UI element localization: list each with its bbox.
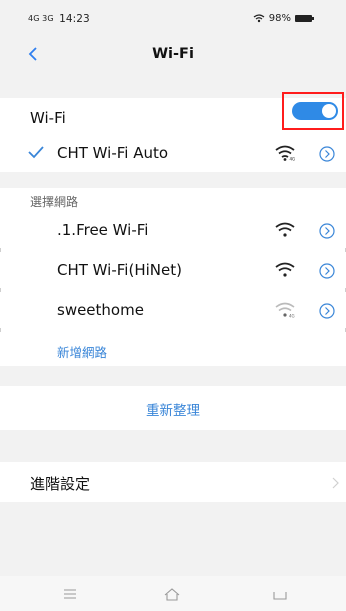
info-arrow-icon[interactable] [319, 146, 335, 162]
status-right: 98% [253, 13, 314, 24]
checkmark-icon [28, 146, 44, 159]
status-bar: 4G 3G 14:23 98% [0, 0, 346, 34]
info-arrow-icon[interactable] [319, 303, 335, 319]
advanced-settings-label: 進階設定 [30, 475, 91, 493]
status-left: 4G 3G 14:23 [28, 13, 90, 25]
wifi-signal-icon [275, 262, 295, 277]
spacer [0, 502, 346, 576]
info-arrow-icon[interactable] [319, 263, 335, 279]
spacer [0, 172, 346, 188]
network-name: CHT Wi-Fi(HiNet) [57, 261, 182, 279]
network-row[interactable]: .1.Free Wi-Fi [0, 212, 346, 248]
add-network-row[interactable]: 新增網路 [0, 332, 346, 366]
svg-text:4G: 4G [290, 157, 296, 162]
status-wifi-icon [253, 14, 265, 23]
back-icon[interactable] [270, 584, 290, 604]
wifi-toggle-label: Wi-Fi [30, 109, 66, 127]
wifi-signal-icon: 4G [275, 145, 295, 161]
clock: 14:23 [59, 13, 90, 25]
battery-level: 98% [268, 13, 291, 24]
connected-network-name: CHT Wi-Fi Auto [57, 144, 169, 162]
wifi-signal-icon [275, 222, 295, 237]
refresh-button[interactable]: 重新整理 [0, 399, 346, 419]
toggle-knob [322, 104, 336, 118]
page-title: Wi-Fi [152, 46, 194, 62]
add-network-link[interactable]: 新增網路 [57, 342, 107, 361]
wifi-weak-signal-icon: 4G [275, 302, 295, 318]
section-header: 選擇網路 [0, 188, 346, 212]
network-row[interactable]: CHT Wi-Fi(HiNet) [0, 252, 346, 288]
menu-icon[interactable] [60, 584, 80, 604]
spacer [0, 366, 346, 386]
spacer [0, 430, 346, 462]
info-arrow-icon[interactable] [319, 223, 335, 239]
home-icon[interactable] [162, 584, 182, 604]
network-name: .1.Free Wi-Fi [57, 221, 149, 239]
nav-header: Wi-Fi [0, 34, 346, 74]
network-row[interactable]: sweethome 4G [0, 292, 346, 328]
network-type: 4G 3G [28, 14, 54, 23]
network-name: sweethome [57, 301, 144, 319]
section-label: 選擇網路 [30, 195, 79, 209]
battery-icon [295, 15, 314, 22]
refresh-row[interactable]: 重新整理 [0, 386, 346, 430]
system-nav-bar [0, 576, 346, 611]
svg-text:4G: 4G [289, 314, 295, 319]
wifi-toggle-switch[interactable] [292, 102, 338, 120]
connected-network-row[interactable]: CHT Wi-Fi Auto 4G [0, 138, 346, 172]
chevron-right-icon [332, 477, 339, 489]
advanced-settings-row[interactable]: 進階設定 [0, 462, 346, 502]
